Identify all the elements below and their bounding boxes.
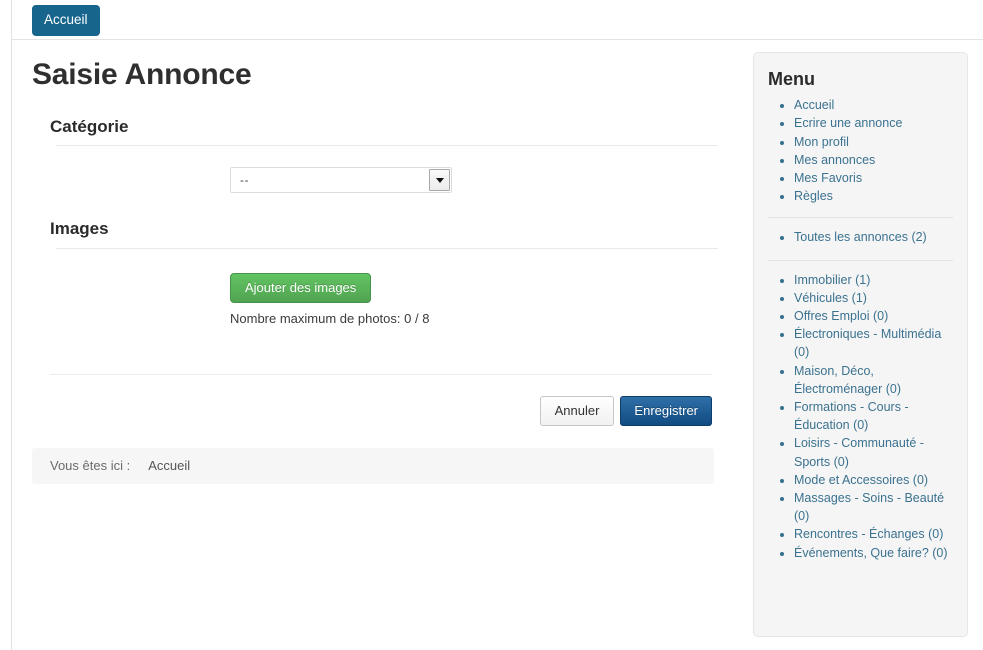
category-section-heading: Catégorie xyxy=(50,117,129,136)
list-item[interactable]: Ecrire une annonce xyxy=(794,114,953,132)
list-item[interactable]: Électroniques - Multimédia (0) xyxy=(794,325,953,361)
photo-count-label: Nombre maximum de photos: 0 / 8 xyxy=(230,310,430,326)
sidebar-category-immobilier[interactable]: Immobilier (1) xyxy=(794,273,870,287)
list-item[interactable]: Mes Favoris xyxy=(794,169,953,187)
chevron-down-icon[interactable] xyxy=(429,169,450,192)
sidebar-all-list: Toutes les annonces (2) xyxy=(768,228,953,246)
list-item[interactable]: Mode et Accessoires (0) xyxy=(794,471,953,489)
page-root: Accueil Saisie Annonce Catégorie -- Imag… xyxy=(0,0,983,650)
breadcrumb: Vous êtes ici : Accueil xyxy=(32,447,714,484)
sidebar-category-evenements-que-faire[interactable]: Événements, Que faire? (0) xyxy=(794,546,948,560)
list-item[interactable]: Maison, Déco, Électroménager (0) xyxy=(794,362,953,398)
top-navigation-bar: Accueil xyxy=(12,0,983,40)
sidebar-divider-1 xyxy=(768,217,953,219)
sidebar-category-loisirs-communaute-sports[interactable]: Loisirs - Communauté - Sports (0) xyxy=(794,436,924,468)
sidebar-category-rencontres-echanges[interactable]: Rencontres - Échanges (0) xyxy=(794,527,943,541)
sidebar-category-offres-emploi[interactable]: Offres Emploi (0) xyxy=(794,309,888,323)
category-field-row: -- xyxy=(50,154,724,194)
save-button[interactable]: Enregistrer xyxy=(620,395,712,426)
images-field-row: Ajouter des images Nombre maximum de pho… xyxy=(50,257,724,326)
category-section-divider xyxy=(56,145,718,147)
images-section-heading: Images xyxy=(50,219,109,239)
sidebar-category-formations-cours-education[interactable]: Formations - Cours - Éducation (0) xyxy=(794,400,909,432)
list-item[interactable]: Loisirs - Communauté - Sports (0) xyxy=(794,434,953,470)
page-title: Saisie Annonce xyxy=(32,58,252,91)
main-content: Saisie Annonce Catégorie -- Images Ajout… xyxy=(12,41,734,484)
sidebar-category-mode-et-accessoires[interactable]: Mode et Accessoires (0) xyxy=(794,473,928,487)
images-section-divider xyxy=(56,247,718,249)
sidebar-menu-panel: Menu Accueil Ecrire une annonce Mon prof… xyxy=(753,52,968,637)
list-item[interactable]: Accueil xyxy=(794,96,953,114)
list-item[interactable]: Toutes les annonces (2) xyxy=(794,228,953,246)
list-item[interactable]: Règles xyxy=(794,187,953,205)
cancel-button[interactable]: Annuler xyxy=(539,395,615,426)
sidebar-category-electroniques-multimedia[interactable]: Électroniques - Multimédia (0) xyxy=(794,327,941,359)
list-item[interactable]: Mes annonces xyxy=(794,151,953,169)
nav-home-button[interactable]: Accueil xyxy=(32,5,100,36)
sidebar-primary-list: Accueil Ecrire une annonce Mon profil Me… xyxy=(768,96,953,205)
breadcrumb-prefix: Vous êtes ici : xyxy=(50,457,131,473)
caret-glyph xyxy=(435,177,444,183)
sidebar-category-vehicules[interactable]: Véhicules (1) xyxy=(794,291,867,305)
images-uploader: Ajouter des images Nombre maximum de pho… xyxy=(230,272,430,326)
breadcrumb-item-accueil[interactable]: Accueil xyxy=(148,458,190,473)
list-item[interactable]: Événements, Que faire? (0) xyxy=(794,544,953,562)
sidebar-title: Menu xyxy=(768,69,815,89)
sidebar-item-mes-annonces[interactable]: Mes annonces xyxy=(794,153,875,167)
form-actions: Annuler Enregistrer xyxy=(50,375,712,426)
sidebar-categories-list: Immobilier (1) Véhicules (1) Offres Empl… xyxy=(768,271,953,562)
sidebar-item-toutes-les-annonces[interactable]: Toutes les annonces (2) xyxy=(794,230,927,244)
sidebar-category-maison-deco-electromenager[interactable]: Maison, Déco, Électroménager (0) xyxy=(794,364,901,396)
sidebar-item-regles[interactable]: Règles xyxy=(794,189,833,203)
sidebar-divider-2 xyxy=(768,259,953,261)
sidebar-item-mes-favoris[interactable]: Mes Favoris xyxy=(794,171,862,185)
list-item[interactable]: Massages - Soins - Beauté (0) xyxy=(794,489,953,525)
annonce-form: Catégorie -- Images Ajouter des images N… xyxy=(12,117,734,426)
list-item[interactable]: Mon profil xyxy=(794,133,953,151)
sidebar-category-massages-soins-beaute[interactable]: Massages - Soins - Beauté (0) xyxy=(794,491,944,523)
sidebar-item-ecrire-une-annonce[interactable]: Ecrire une annonce xyxy=(794,116,902,130)
list-item[interactable]: Immobilier (1) xyxy=(794,271,953,289)
category-select[interactable]: -- xyxy=(230,167,452,194)
list-item[interactable]: Offres Emploi (0) xyxy=(794,307,953,325)
category-select-value: -- xyxy=(240,173,249,188)
list-item[interactable]: Rencontres - Échanges (0) xyxy=(794,525,953,543)
sidebar-item-accueil[interactable]: Accueil xyxy=(794,98,834,112)
add-images-button[interactable]: Ajouter des images xyxy=(230,272,372,303)
sidebar-item-mon-profil[interactable]: Mon profil xyxy=(794,135,849,149)
list-item[interactable]: Véhicules (1) xyxy=(794,289,953,307)
list-item[interactable]: Formations - Cours - Éducation (0) xyxy=(794,398,953,434)
